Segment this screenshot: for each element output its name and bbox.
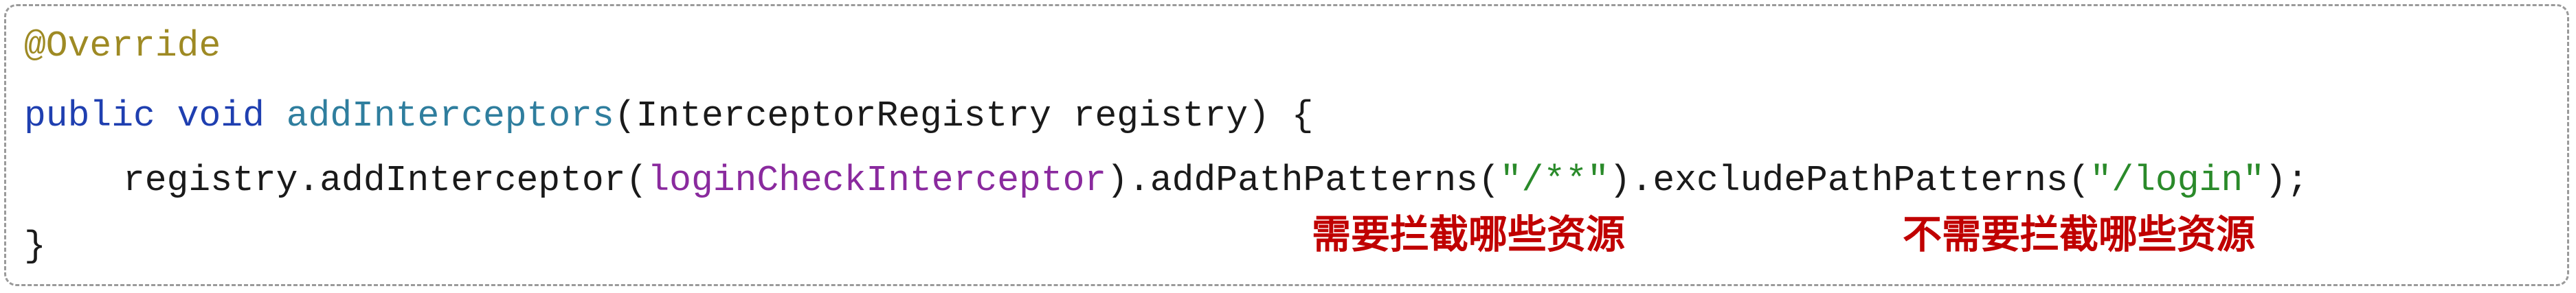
code-line-registry-call: registry.addInterceptor(loginCheckInterc… xyxy=(123,159,2309,202)
statement-end: ); xyxy=(2264,160,2309,201)
login-check-interceptor-field: loginCheckInterceptor xyxy=(647,160,1107,201)
registry-add-interceptor: registry.addInterceptor( xyxy=(123,160,648,201)
override-annotation: @Override xyxy=(24,25,221,67)
exclude-pattern-string: "/login" xyxy=(2090,160,2265,201)
keyword-public: public xyxy=(24,95,155,137)
code-snippet-panel: @Override public void addInterceptors(In… xyxy=(4,4,2569,286)
method-name: addInterceptors xyxy=(286,95,614,137)
keyword-void: void xyxy=(177,95,265,137)
exclude-resources-note: 不需要拦截哪些资源 xyxy=(1903,212,2255,257)
code-line-closing-brace: } xyxy=(24,224,46,268)
include-pattern-string: "/**" xyxy=(1499,160,1609,201)
closing-brace: } xyxy=(24,226,46,267)
add-path-patterns-call: ).addPathPatterns( xyxy=(1106,160,1500,201)
method-parameters: (InterceptorRegistry registry) { xyxy=(614,95,1314,137)
include-resources-note: 需要拦截哪些资源 xyxy=(1312,212,1625,257)
exclude-path-patterns-call: ).excludePathPatterns( xyxy=(1609,160,2090,201)
code-line-annotation: @Override xyxy=(24,24,221,68)
code-line-method-signature: public void addInterceptors(InterceptorR… xyxy=(24,94,1314,138)
